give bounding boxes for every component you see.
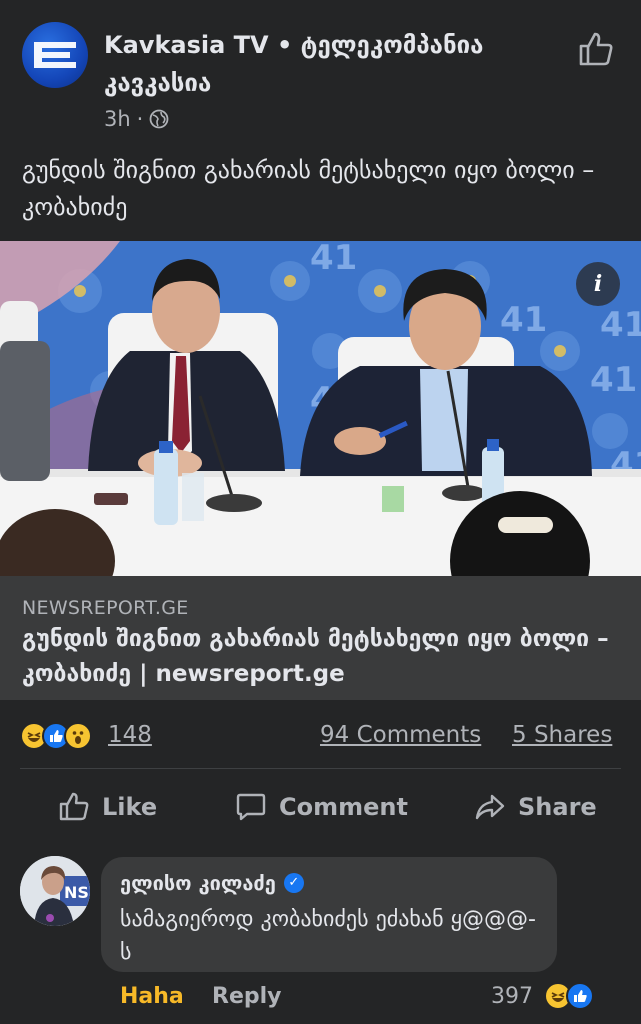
like-button[interactable]: Like: [58, 791, 157, 823]
wow-icon: [64, 722, 92, 750]
globe-icon: [149, 109, 169, 129]
post-actions: Like Comment Share: [0, 785, 641, 839]
comment-button[interactable]: Comment: [235, 791, 408, 823]
page-avatar[interactable]: [22, 22, 88, 88]
comment-haha-button[interactable]: Haha: [120, 984, 184, 1009]
comment-text: სამაგიეროდ კობახიძეს ეძახან ყ@@@-ს: [120, 907, 536, 965]
svg-text:41: 41: [600, 305, 641, 345]
comment-label: Comment: [279, 793, 408, 821]
actions-spacer: [0, 844, 641, 845]
image-info-button[interactable]: i: [576, 262, 620, 306]
page-name[interactable]: Kavkasia TV • ტელეკომპანია კავკასია: [104, 26, 544, 102]
post-text: გუნდის შიგნით გახარიას მეტსახელი იყო ბოლ…: [22, 156, 595, 221]
post-time[interactable]: 3h: [104, 107, 131, 131]
verified-badge-icon: ✓: [283, 873, 304, 893]
commenter-avatar[interactable]: NS: [20, 856, 90, 926]
reaction-icons[interactable]: [20, 722, 92, 750]
comment-icon: [236, 793, 266, 821]
post-image[interactable]: 414141 414141: [0, 241, 641, 576]
comment-actions: Haha Reply 397: [0, 982, 641, 1016]
comment-reaction-icons[interactable]: [544, 982, 594, 1010]
comments-count[interactable]: 94 Comments: [320, 722, 481, 748]
share-button[interactable]: Share: [474, 791, 597, 823]
post-header: Kavkasia TV • ტელეკომპანია კავკასია 3h ·: [0, 0, 641, 150]
meta-separator: ·: [136, 107, 144, 131]
svg-text:41: 41: [590, 360, 637, 400]
svg-text:NS: NS: [64, 883, 89, 902]
like-label: Like: [102, 793, 158, 821]
link-title[interactable]: გუნდის შიგნით გახარიას მეტსახელი იყო ბოლ…: [22, 622, 622, 692]
post-stats: 148 94 Comments 5 Shares: [0, 718, 641, 758]
commenter-name[interactable]: ელისო კილაძე: [120, 871, 276, 895]
svg-text:41: 41: [310, 241, 357, 278]
share-label: Share: [518, 793, 597, 821]
post-meta: 3h ·: [104, 107, 169, 131]
comment-reply-button[interactable]: Reply: [212, 984, 282, 1009]
divider: [20, 768, 621, 769]
comment-reaction-count[interactable]: 397: [491, 984, 533, 1009]
like-icon: [566, 982, 594, 1010]
link-domain: NEWSREPORT.GE: [22, 597, 189, 619]
thumbs-up-icon: [59, 792, 89, 821]
like-page-icon[interactable]: [577, 30, 615, 68]
svg-text:41: 41: [500, 300, 547, 340]
share-icon: [475, 794, 505, 820]
commenter-name-row: ელისო კილაძე ✓: [120, 871, 304, 895]
reaction-count[interactable]: 148: [108, 722, 152, 748]
shares-count[interactable]: 5 Shares: [512, 722, 612, 748]
